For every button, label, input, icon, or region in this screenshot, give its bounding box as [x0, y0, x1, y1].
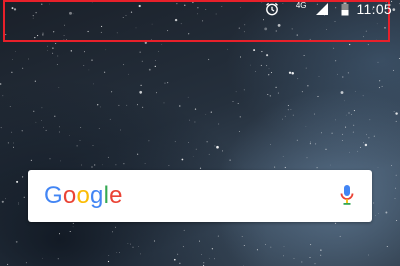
logo-letter: o: [62, 182, 77, 209]
logo-letter: o: [76, 182, 90, 209]
battery-icon: [341, 2, 349, 16]
network-label: 4G: [295, 1, 307, 10]
alarm-icon: [265, 2, 279, 16]
mic-icon[interactable]: [338, 183, 356, 209]
logo-letter: G: [44, 182, 63, 209]
signal-icon: [315, 2, 329, 16]
logo-letter: e: [109, 182, 123, 209]
google-search-bar[interactable]: Google: [28, 170, 372, 222]
google-logo[interactable]: Google: [44, 182, 123, 210]
logo-letter: g: [90, 182, 104, 209]
status-bar: 4G 11:05: [265, 0, 392, 18]
network-4g-icon: 4G: [295, 1, 307, 13]
clock: 11:05: [356, 1, 392, 17]
